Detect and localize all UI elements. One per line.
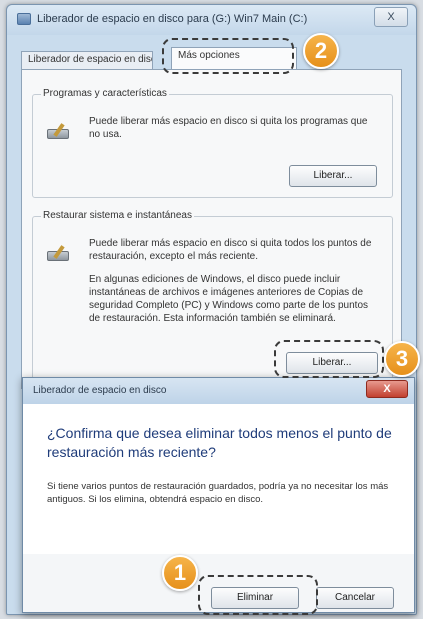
programs-description: Puede liberar más espacio en disco si qu… — [89, 116, 368, 140]
callout-restore-button-highlight — [274, 340, 384, 378]
disk-cleanup-icon — [47, 245, 73, 265]
callout-tab-highlight — [162, 38, 294, 74]
step-badge-2: 2 — [303, 33, 339, 69]
disk-cleanup-icon — [17, 13, 31, 25]
restore-extra-info: En algunas ediciones de Windows, el disc… — [89, 274, 369, 324]
tab-disk-cleanup[interactable]: Liberador de espacio en disco — [21, 51, 153, 69]
dialog-title: Liberador de espacio en disco — [33, 385, 167, 396]
step-badge-3: 3 — [384, 341, 420, 377]
callout-delete-button-highlight — [198, 575, 318, 615]
programs-group: Programas y características Puede libera… — [32, 88, 393, 198]
programs-clean-button[interactable]: Liberar... — [289, 165, 377, 187]
cancel-button[interactable]: Cancelar — [316, 587, 394, 609]
disk-cleanup-icon — [47, 123, 73, 143]
window-titlebar: Liberador de espacio en disco para (G:) … — [7, 5, 416, 35]
window-title: Liberador de espacio en disco para (G:) … — [37, 13, 308, 25]
restore-description: Puede liberar más espacio en disco si qu… — [89, 238, 372, 262]
programs-group-title: Programas y características — [41, 88, 169, 99]
dialog-titlebar: Liberador de espacio en disco X — [23, 378, 414, 404]
dialog-question: ¿Confirma que desea eliminar todos menos… — [47, 425, 392, 460]
dialog-info: Si tiene varios puntos de restauración g… — [47, 481, 389, 505]
step-badge-1: 1 — [162, 555, 198, 591]
dialog-close-button[interactable]: X — [366, 380, 408, 398]
window-close-button[interactable]: X — [374, 7, 408, 27]
restore-group-title: Restaurar sistema e instantáneas — [41, 210, 194, 221]
